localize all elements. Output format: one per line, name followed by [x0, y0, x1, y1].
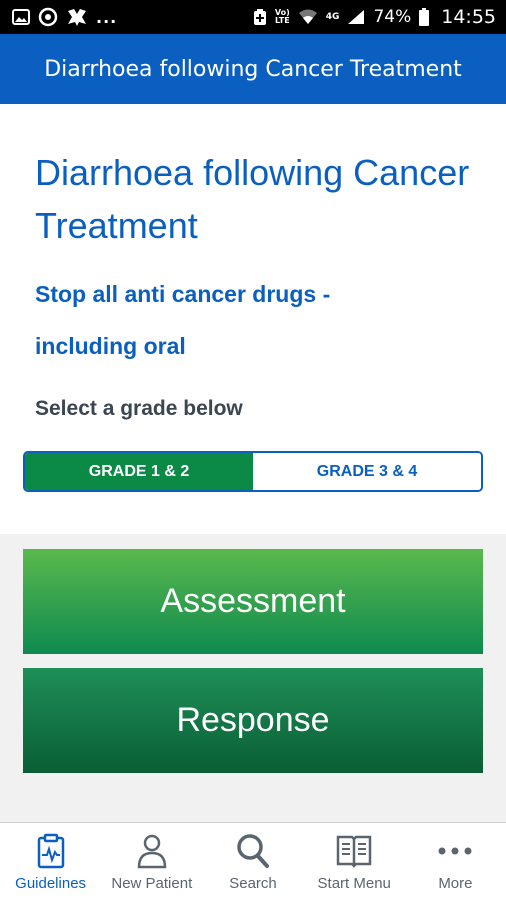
- nav-label: More: [438, 875, 473, 892]
- status-bar: ... Vo) LTE 4G 74% 14:55: [0, 0, 506, 34]
- volte-indicator: Vo) LTE: [274, 8, 290, 25]
- nav-new-patient[interactable]: New Patient: [101, 823, 202, 901]
- battery-icon: [419, 8, 430, 26]
- book-icon: [336, 833, 372, 869]
- page-title: Diarrhoea following Cancer Treatment: [35, 152, 470, 246]
- nav-guidelines[interactable]: Guidelines: [0, 823, 101, 901]
- assessment-button[interactable]: Assessment: [23, 549, 483, 654]
- nav-label: Start Menu: [317, 875, 391, 892]
- grade-selector: GRADE 1 & 2 GRADE 3 & 4: [23, 451, 483, 492]
- app-notification-icon: [66, 7, 88, 27]
- clipboard-ecg-icon: [36, 833, 66, 869]
- app-bar: Diarrhoea following Cancer Treatment: [0, 34, 506, 104]
- data-saver-icon: [253, 8, 267, 26]
- app-bar-title: Diarrhoea following Cancer Treatment: [44, 56, 462, 82]
- signal-icon: [347, 9, 365, 25]
- instruction-subtitle: Stop all anti cancer drugs - including o…: [35, 281, 331, 359]
- wifi-icon: [298, 9, 318, 25]
- person-icon: [137, 833, 167, 869]
- nav-start-menu[interactable]: Start Menu: [304, 823, 405, 901]
- search-icon: [236, 833, 270, 869]
- more-notifications: ...: [96, 7, 118, 27]
- select-grade-label: Select a grade below: [35, 397, 243, 420]
- content-panel: Diarrhoea following Cancer Treatment Sto…: [0, 104, 506, 534]
- more-dots-icon: [437, 833, 473, 869]
- sync-icon: [38, 7, 58, 27]
- bottom-navigation: Guidelines New Patient Search Start Menu…: [0, 822, 506, 901]
- nav-more[interactable]: More: [405, 823, 506, 901]
- nav-label: Search: [229, 875, 277, 892]
- battery-percent: 74%: [373, 7, 412, 27]
- nav-label: New Patient: [111, 875, 193, 892]
- network-type: 4G: [325, 12, 340, 22]
- grade-1-2-tab[interactable]: GRADE 1 & 2: [25, 453, 253, 490]
- gallery-icon: [12, 9, 30, 25]
- grade-3-4-tab[interactable]: GRADE 3 & 4: [253, 453, 481, 490]
- response-button[interactable]: Response: [23, 668, 483, 773]
- nav-search[interactable]: Search: [202, 823, 303, 901]
- clock: 14:55: [441, 6, 496, 28]
- nav-label: Guidelines: [15, 875, 87, 892]
